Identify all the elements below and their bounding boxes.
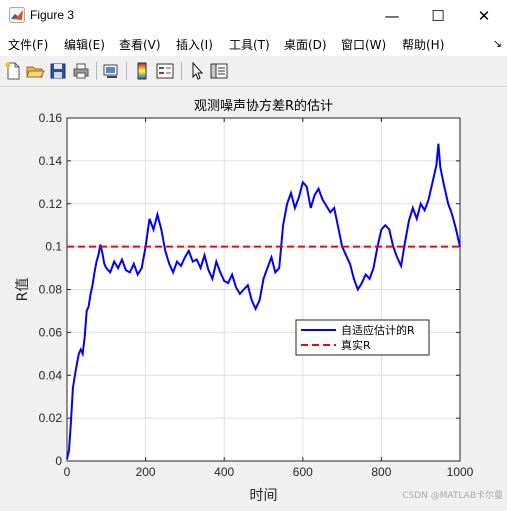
new-figure-icon[interactable] <box>3 61 23 81</box>
figure-area: 0 200 400 600 800 1000 0 0.02 0.04 0.06 0.08 0.1 0.1… <box>0 87 507 507</box>
legend-icon[interactable] <box>155 61 175 81</box>
pointer-icon[interactable] <box>187 61 207 81</box>
x-tick-label: 1000 <box>447 465 474 479</box>
x-tick-label: 0 <box>64 465 71 479</box>
toolbar-separator <box>96 62 97 80</box>
menu-desktop[interactable]: 桌面(D) <box>284 36 327 53</box>
y-tick-label: 0.06 <box>39 325 63 339</box>
x-tick-label: 400 <box>214 465 234 479</box>
close-button[interactable]: ✕ <box>461 0 507 32</box>
toolbar-dock-arrow-icon[interactable]: ↘ <box>493 37 502 50</box>
toolbar-separator <box>181 62 182 80</box>
legend-label: 真实R <box>341 338 371 352</box>
menu-tools[interactable]: 工具(T) <box>229 36 270 53</box>
menu-bar: 文件(F) 编辑(E) 查看(V) 插入(I) 工具(T) 桌面(D) 窗口(W… <box>0 32 507 56</box>
y-tick-label: 0.02 <box>39 411 63 425</box>
y-tick-label: 0.04 <box>39 368 63 382</box>
legend-label: 自适应估计的R <box>341 323 415 337</box>
title-bar: Figure 3 — ☐ ✕ <box>0 0 507 32</box>
minimize-button[interactable]: — <box>369 0 415 32</box>
colorbar-icon[interactable] <box>132 61 152 81</box>
matlab-logo-icon <box>9 7 25 23</box>
menu-window[interactable]: 窗口(W) <box>341 36 386 53</box>
y-tick-label: 0.16 <box>39 111 63 125</box>
open-file-icon[interactable] <box>25 61 45 81</box>
close-icon: ✕ <box>477 7 491 25</box>
y-tick-label: 0.1 <box>45 240 62 254</box>
menu-edit[interactable]: 编辑(E) <box>64 36 105 53</box>
y-tick-label: 0.12 <box>39 197 63 211</box>
maximize-icon: ☐ <box>431 7 445 25</box>
chart-title: 观测噪声协方差R的估计 <box>194 98 333 114</box>
y-tick-label: 0.08 <box>39 283 63 297</box>
x-tick-label: 200 <box>136 465 156 479</box>
maximize-button[interactable]: ☐ <box>415 0 461 32</box>
x-tick-label: 600 <box>293 465 313 479</box>
x-axis-label: 时间 <box>250 488 278 504</box>
menu-file[interactable]: 文件(F) <box>8 36 48 53</box>
minimize-icon: — <box>384 7 400 25</box>
menu-insert[interactable]: 插入(I) <box>176 36 213 53</box>
y-tick-label: 0.14 <box>39 154 63 168</box>
y-tick-label: 0 <box>55 454 62 468</box>
menu-help[interactable]: 帮助(H) <box>402 36 444 53</box>
property-editor-icon[interactable] <box>209 61 229 81</box>
menu-view[interactable]: 查看(V) <box>119 36 161 53</box>
watermark: CSDN @MATLAB卡尔曼 <box>402 491 503 501</box>
figure-toolbar <box>0 56 507 87</box>
chart: 0 200 400 600 800 1000 0 0.02 0.04 0.06 0.08 0.1 0.1… <box>15 98 474 504</box>
y-axis-label: R值 <box>15 278 31 302</box>
print-icon[interactable] <box>71 61 91 81</box>
x-tick-label: 800 <box>371 465 391 479</box>
save-icon[interactable] <box>48 61 68 81</box>
link-plot-icon[interactable] <box>101 61 121 81</box>
window-title: Figure 3 <box>30 8 75 22</box>
toolbar-separator <box>126 62 127 80</box>
